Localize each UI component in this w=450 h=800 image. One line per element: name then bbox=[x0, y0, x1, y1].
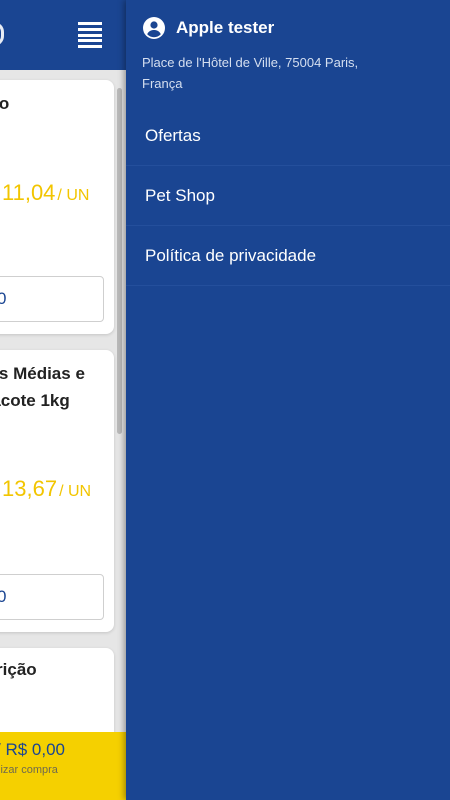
product-price: 11,04/ UN bbox=[2, 180, 89, 206]
product-price: 13,67/ UN bbox=[2, 476, 91, 502]
product-title: utrição bbox=[0, 660, 37, 679]
navigation-drawer: Apple tester Place de l'Hôtel de Ville, … bbox=[126, 0, 450, 800]
price-unit: / UN bbox=[57, 187, 90, 204]
product-card[interactable]: cao 11,04/ UN 0 bbox=[0, 80, 114, 334]
product-card[interactable]: ças Médias e Pacote 1kg 13,67/ UN 0 bbox=[0, 350, 114, 632]
product-title-line-1: ças Médias e bbox=[0, 364, 85, 383]
price-unit: / UN bbox=[59, 483, 92, 500]
cart-bar[interactable]: / R$ 0,00 lizar compra bbox=[0, 732, 126, 800]
cart-total-value: R$ 0,00 bbox=[5, 740, 65, 759]
product-list-screen: cao 11,04/ UN 0 ças Médias e Pacote 1kg … bbox=[0, 0, 126, 800]
app-header bbox=[0, 0, 126, 70]
cart-hint: lizar compra bbox=[0, 764, 58, 776]
user-name: Apple tester bbox=[176, 18, 275, 37]
drawer-menu: Ofertas Pet Shop Política de privacidade bbox=[126, 106, 450, 286]
menu-item-privacy-policy[interactable]: Política de privacidade bbox=[126, 226, 450, 286]
menu-item-ofertas[interactable]: Ofertas bbox=[126, 106, 450, 166]
product-title: cao bbox=[0, 94, 10, 113]
menu-icon[interactable] bbox=[78, 22, 102, 48]
cart-total: / R$ 0,00 bbox=[0, 740, 65, 760]
menu-item-pet-shop[interactable]: Pet Shop bbox=[126, 166, 450, 226]
product-title-line-2: Pacote 1kg bbox=[0, 391, 70, 410]
account-circle-icon bbox=[143, 17, 165, 39]
quantity-field[interactable]: 0 bbox=[0, 574, 104, 620]
logo-icon bbox=[0, 22, 4, 46]
scrollbar[interactable] bbox=[117, 88, 122, 434]
quantity-field[interactable]: 0 bbox=[0, 276, 104, 322]
price-value: 11,04 bbox=[2, 180, 56, 205]
user-address: Place de l'Hôtel de Ville, 75004 Paris, … bbox=[142, 55, 359, 91]
price-value: 13,67 bbox=[2, 476, 58, 501]
